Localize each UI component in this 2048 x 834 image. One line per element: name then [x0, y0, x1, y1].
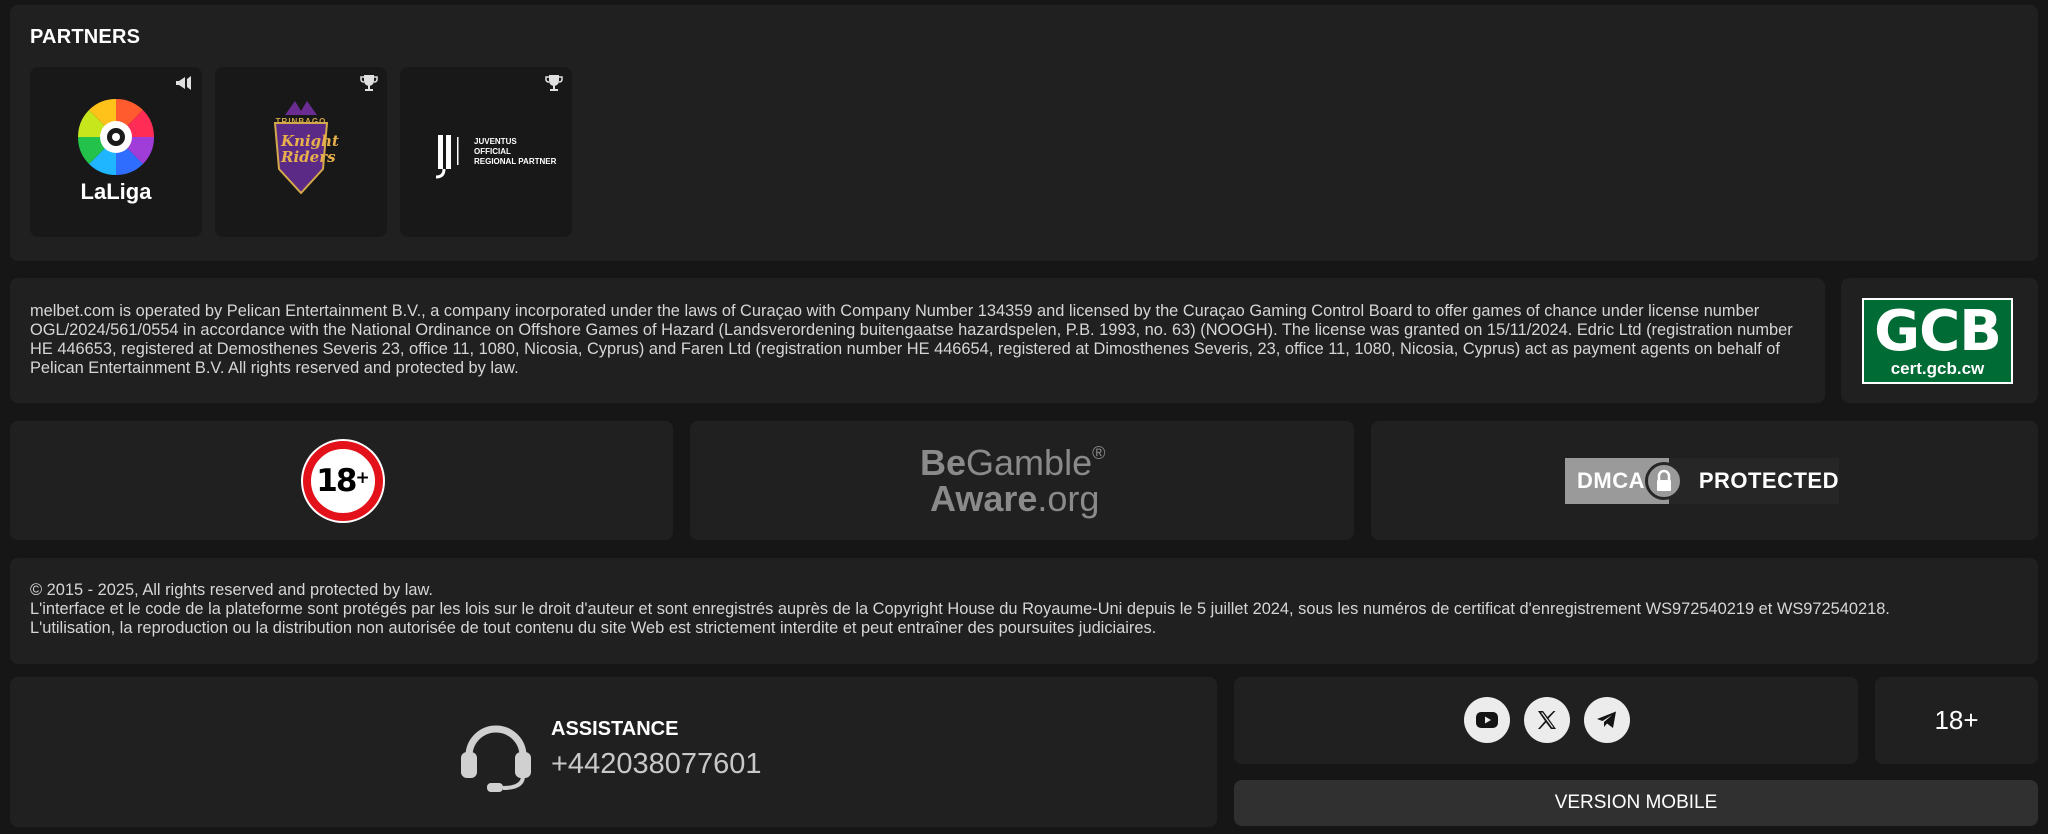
dmca-panel: DMCA PROTECTED	[1371, 421, 2038, 540]
begamble-aware: Aware	[930, 478, 1038, 519]
gcb-panel: GCB cert.gcb.cw	[1841, 278, 2038, 403]
copyright-line-3: L'utilisation, la reproduction ou la dis…	[30, 619, 1157, 637]
youtube-button[interactable]	[1464, 697, 1510, 743]
begamble-line2: Aware.org	[930, 479, 1099, 519]
age-small-panel: 18+	[1875, 677, 2038, 764]
lock-icon	[1644, 462, 1683, 500]
partners-title: PARTNERS	[30, 26, 141, 48]
x-icon	[1538, 711, 1556, 729]
dmca-protected-badge[interactable]: DMCA PROTECTED	[1565, 458, 1839, 504]
juventus-text: JUVENTUS OFFICIAL REGIONAL PARTNER	[474, 137, 557, 166]
license-section: melbet.com is operated by Pelican Entert…	[10, 278, 1825, 403]
laliga-label: LaLiga	[80, 179, 152, 204]
dmca-left-text: DMCA	[1577, 468, 1645, 493]
knight-riders-label: Knight Riders	[281, 132, 339, 166]
headset-icon	[461, 725, 531, 792]
copyright-line-1: © 2015 - 2025, All rights reserved and p…	[30, 581, 433, 599]
age-number: 18	[316, 463, 357, 499]
age-restriction-panel: 18 +	[10, 421, 673, 540]
begamble-gamble: Gamble	[966, 442, 1093, 483]
dmca-right-text: PROTECTED	[1698, 468, 1839, 493]
begambleaware-panel[interactable]: BeGamble® Aware.org	[690, 421, 1354, 540]
youtube-icon	[1476, 712, 1498, 728]
gcb-certificate-badge[interactable]: GCB cert.gcb.cw	[1862, 298, 2013, 384]
social-panel	[1234, 677, 1858, 764]
telegram-icon	[1597, 711, 1616, 728]
license-text: melbet.com is operated by Pelican Entert…	[30, 302, 1793, 377]
copyright-section: © 2015 - 2025, All rights reserved and p…	[10, 558, 2038, 664]
gcb-main-text: GCB	[1874, 299, 2002, 364]
assistance-title: ASSISTANCE	[551, 718, 679, 740]
begamble-org: .org	[1037, 478, 1100, 519]
knight-riders-sub: TRINBAGO	[275, 117, 327, 126]
assistance-phone[interactable]: +442038077601	[551, 748, 761, 781]
partner-card-laliga[interactable]: LaLiga	[30, 67, 202, 237]
age-small-text: 18+	[1934, 705, 1979, 735]
begamble-reg: ®	[1092, 443, 1106, 463]
age-18-badge: 18 +	[303, 441, 383, 521]
x-button[interactable]	[1524, 697, 1570, 743]
laliga-logo	[77, 98, 155, 176]
telegram-button[interactable]	[1584, 697, 1630, 743]
begamble-be: Be	[920, 442, 967, 483]
gcb-sub-text: cert.gcb.cw	[1890, 359, 1985, 378]
partner-card-knight-riders[interactable]: TRINBAGO Knight Riders	[215, 67, 387, 237]
age-plus: +	[355, 468, 370, 488]
partner-card-juventus[interactable]: JUVENTUS OFFICIAL REGIONAL PARTNER	[400, 67, 572, 237]
mobile-version-button[interactable]: VERSION MOBILE	[1234, 780, 2038, 826]
partners-section: PARTNERS LaLiga TRINBAGO Knight Riders J…	[10, 5, 2038, 261]
copyright-line-2: L'interface et le code de la plateforme …	[30, 600, 1890, 618]
